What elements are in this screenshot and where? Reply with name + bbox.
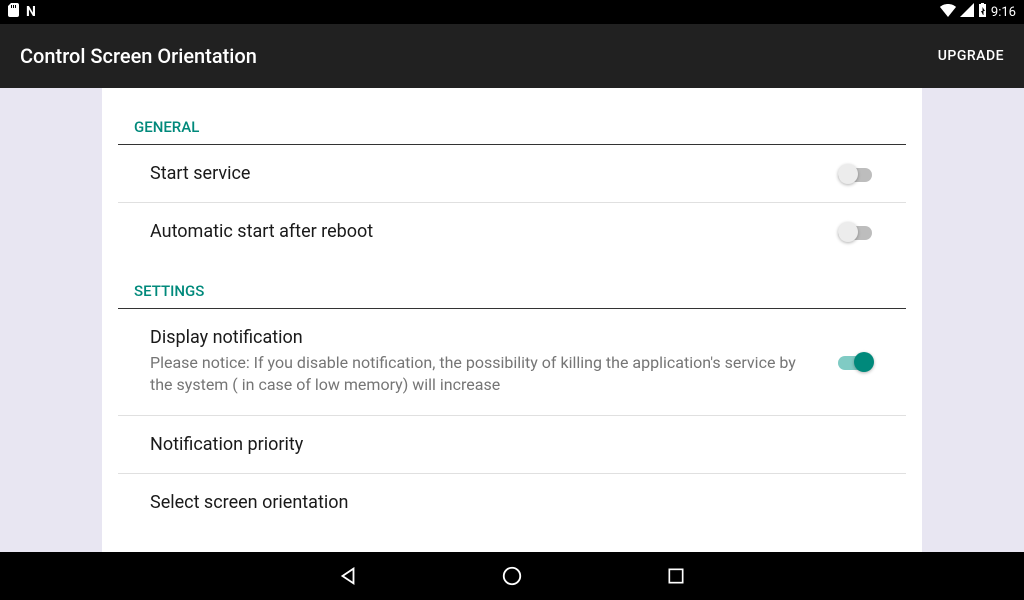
sd-card-icon <box>8 3 20 21</box>
recents-button[interactable] <box>664 564 688 588</box>
section-header-settings: SETTINGS <box>118 260 906 309</box>
n-icon: N <box>26 4 36 20</box>
back-button[interactable] <box>336 564 360 588</box>
wifi-icon <box>940 3 956 21</box>
setting-auto-start[interactable]: Automatic start after reboot <box>118 203 906 260</box>
setting-start-service[interactable]: Start service <box>118 145 906 203</box>
setting-select-orientation[interactable]: Select screen orientation <box>118 474 906 531</box>
navigation-bar <box>0 552 1024 600</box>
setting-display-notification[interactable]: Display notification Please notice: If y… <box>118 309 906 416</box>
section-header-general: GENERAL <box>118 96 906 145</box>
upgrade-button[interactable]: UPGRADE <box>938 48 1004 64</box>
settings-panel: GENERAL Start service Automatic start af… <box>102 88 922 552</box>
setting-title: Automatic start after reboot <box>150 221 822 242</box>
setting-title: Notification priority <box>150 434 874 455</box>
status-bar: N 9:16 <box>0 0 1024 24</box>
content-area: GENERAL Start service Automatic start af… <box>0 88 1024 552</box>
signal-icon <box>960 3 974 21</box>
switch-start-service[interactable] <box>838 164 874 184</box>
setting-subtitle: Please notice: If you disable notificati… <box>150 352 822 397</box>
app-bar: Control Screen Orientation UPGRADE <box>0 24 1024 88</box>
switch-display-notification[interactable] <box>838 352 874 372</box>
setting-title: Select screen orientation <box>150 492 874 513</box>
app-title: Control Screen Orientation <box>20 44 257 68</box>
switch-auto-start[interactable] <box>838 222 874 242</box>
setting-title: Start service <box>150 163 822 184</box>
setting-title: Display notification <box>150 327 822 348</box>
battery-charging-icon <box>978 3 987 21</box>
setting-notification-priority[interactable]: Notification priority <box>118 416 906 474</box>
status-time: 9:16 <box>991 5 1016 20</box>
home-button[interactable] <box>500 564 524 588</box>
